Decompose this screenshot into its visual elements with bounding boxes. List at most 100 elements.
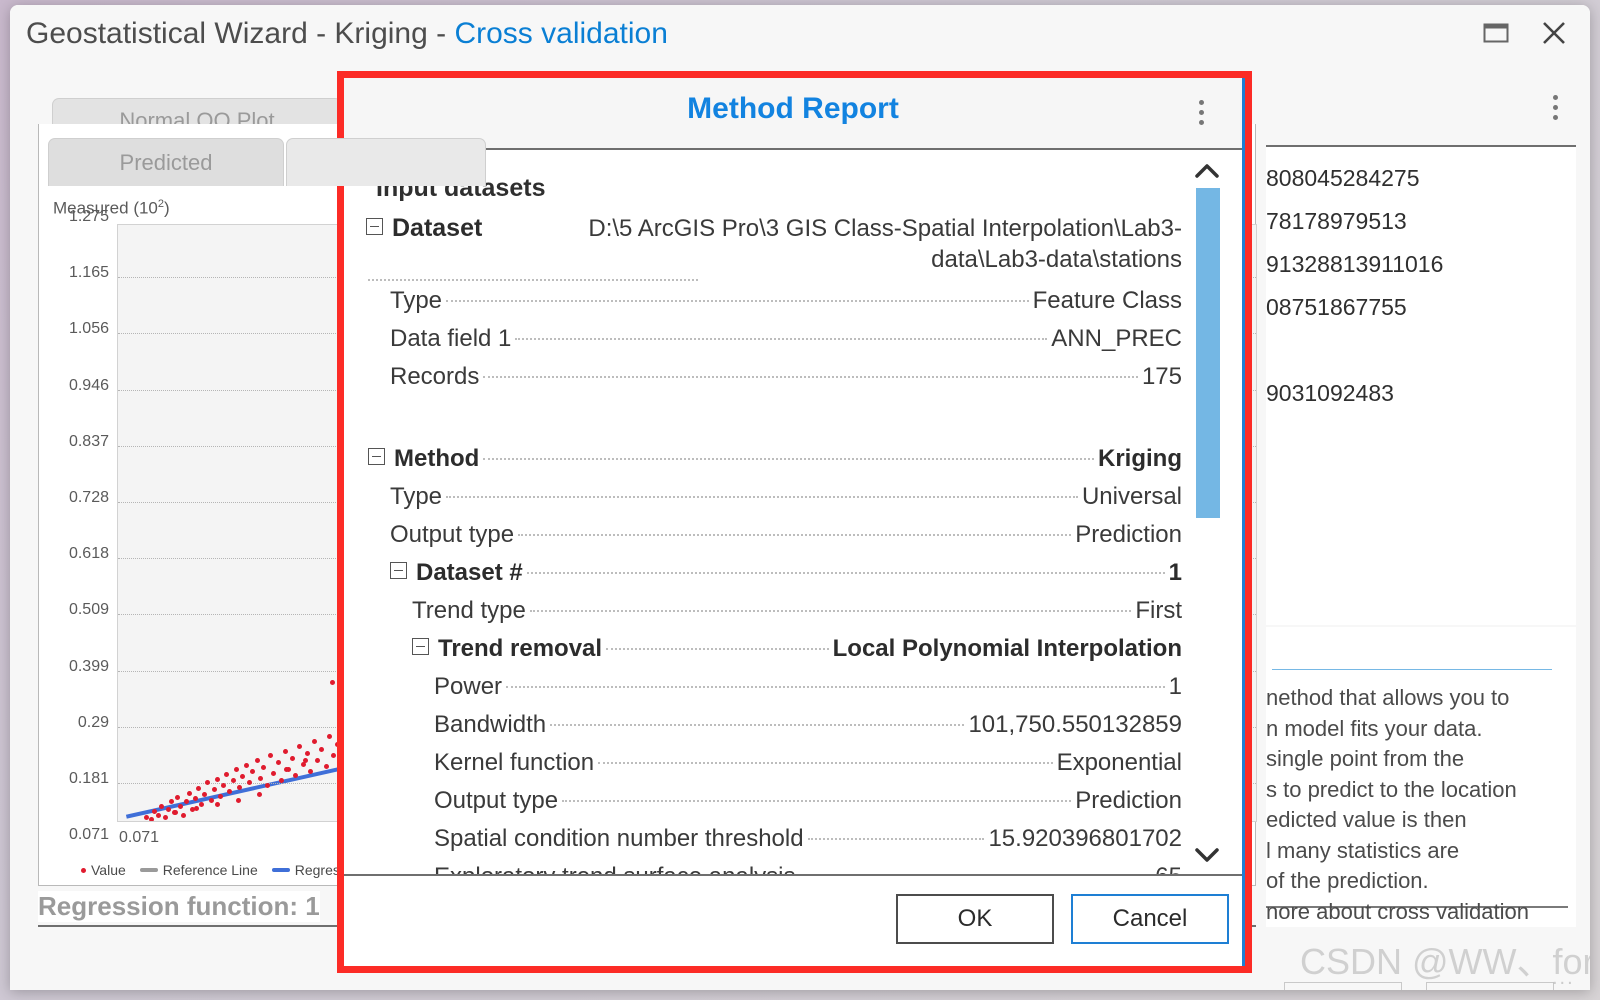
dataset-label-group: Dataset (366, 214, 482, 243)
report-row-value: 15.920396801702 (988, 825, 1182, 853)
legend-marker (271, 868, 290, 872)
description-line: s to predict to the location (1266, 776, 1517, 802)
scatter-point (214, 776, 220, 782)
finish-button[interactable]: Finish (1426, 982, 1554, 990)
scatter-point (233, 767, 239, 773)
results-side-panel: 808045284275 78178979513 91328813911016 087… (1266, 67, 1584, 990)
description-divider (1272, 669, 1552, 670)
report-row-value: 65 (1155, 863, 1182, 874)
report-row-label: Trend type (412, 597, 526, 625)
result-value: 9031092483 (1266, 380, 1394, 406)
kebab-menu-icon[interactable] (1553, 95, 1558, 120)
maximize-icon[interactable] (1470, 13, 1522, 53)
scatter-point (230, 777, 236, 783)
collapse-icon[interactable] (412, 638, 429, 656)
close-icon[interactable] (1528, 13, 1580, 53)
scatter-point (183, 799, 189, 805)
collapse-icon[interactable] (366, 218, 383, 235)
y-axis-tick-label: 0.399 (68, 657, 109, 675)
method-report-footer: OK Cancel (344, 874, 1242, 966)
scrollbar-thumb[interactable] (1196, 188, 1220, 518)
report-row-value: ANN_PREC (1051, 325, 1182, 353)
dataset-leader-line (368, 279, 698, 282)
scatter-point (282, 748, 288, 754)
leader-line (518, 534, 1072, 537)
method-report-body: Input datasets Dataset D:\5 ArcGIS Pro\3… (344, 150, 1242, 874)
description-line: n model fits your data. (1266, 715, 1483, 741)
tab-predicted[interactable]: Predicted (48, 138, 284, 186)
chevron-down-icon[interactable] (1192, 842, 1222, 868)
scatter-point (214, 801, 220, 807)
next-button[interactable]: Next > (1284, 982, 1402, 990)
ok-button[interactable]: OK (896, 894, 1054, 944)
leader-line (483, 458, 1094, 461)
scatter-point (300, 762, 306, 768)
y-axis-tick-label: 0.618 (68, 545, 109, 563)
collapse-icon[interactable] (368, 448, 385, 466)
y-axis-tick-label: 0.509 (68, 601, 109, 619)
y-axis-tick-label: 0.181 (68, 770, 109, 787)
scatter-point (217, 793, 223, 799)
report-row-value: 175 (1141, 363, 1182, 391)
report-row-value: First (1135, 597, 1182, 625)
scatter-point (330, 753, 336, 759)
y-axis-tick-label: 0.728 (68, 489, 109, 506)
scatter-point (329, 679, 335, 685)
report-row-value: Kriging (1098, 445, 1182, 473)
report-row: Kernel function Exponential (434, 749, 1182, 785)
description-line: single point from the (1266, 746, 1465, 771)
description-line: nore about cross validation (1266, 898, 1529, 924)
result-value: 91328813911016 (1266, 251, 1444, 277)
collapse-icon[interactable] (390, 562, 407, 580)
result-value: 08751867755 (1266, 294, 1407, 320)
scatter-point (304, 751, 310, 757)
report-row-value: Feature Class (1032, 287, 1182, 315)
report-row-value: 101,750.550132859 (968, 711, 1182, 739)
kebab-menu-icon[interactable] (1199, 100, 1204, 125)
leader-line (606, 648, 829, 651)
tab-extra[interactable] (286, 138, 486, 186)
legend-marker (81, 867, 86, 873)
scatter-point (260, 764, 266, 770)
cancel-button[interactable]: Cancel (1071, 894, 1229, 944)
method-report-highlight-box: Method Report Input datasets Dataset D:\… (337, 71, 1252, 973)
window-title-main: Geostatistical Wizard - Kriging - (26, 17, 455, 50)
description-line: l many statistics are (1266, 837, 1460, 863)
chevron-up-icon[interactable] (1192, 158, 1222, 184)
y-axis-ticks: 1.275 1.165 1.056 0.946 0.837 0.728 0.618 0.509… (45, 208, 109, 843)
scatter-point (290, 755, 296, 761)
method-rows: Method Kriging Type Universal Output type Pre… (366, 445, 1182, 874)
report-row: Bandwidth 101,750.550132859 (434, 711, 1182, 747)
tab-label: Predicted (119, 149, 213, 175)
result-value: 808045284275 (1266, 165, 1420, 191)
csdn-watermark: CSDN @WW、forever (1300, 941, 1590, 982)
y-axis-label-close: ) (164, 198, 170, 218)
report-scrollbar[interactable] (1188, 158, 1226, 868)
report-row-value: Prediction (1075, 521, 1182, 549)
report-row: Trend type First (412, 597, 1182, 633)
leader-line (550, 724, 965, 727)
scatter-point (278, 777, 284, 783)
report-row-label: Data field 1 (390, 325, 512, 353)
scatter-point (148, 816, 154, 821)
regression-function-label: Regression function: 1 (38, 891, 320, 922)
report-row-label: Type (390, 483, 443, 511)
report-row-value: Local Polynomial Interpolation (832, 635, 1182, 663)
report-row: Trend removal Local Polynomial Interpolat… (412, 635, 1182, 671)
description-line: of the prediction. (1266, 868, 1429, 893)
description-line: edicted value is then (1266, 807, 1467, 832)
report-row-value: Exponential (1056, 749, 1182, 777)
scatter-point (254, 758, 260, 763)
scatter-point (244, 762, 250, 768)
report-row-label: Kernel function (434, 749, 595, 777)
scatter-point (208, 798, 214, 804)
report-row-label: Power (434, 673, 503, 701)
scatter-point (256, 792, 262, 798)
scatter-point (193, 806, 199, 811)
report-row-label: Records (390, 363, 480, 391)
side-panel-description: nethod that allows you to n model fits yo… (1266, 627, 1576, 927)
y-axis-tick-label: 1.275 (68, 208, 109, 225)
scatter-point (196, 785, 202, 791)
report-row-value: 1 (1168, 673, 1182, 701)
